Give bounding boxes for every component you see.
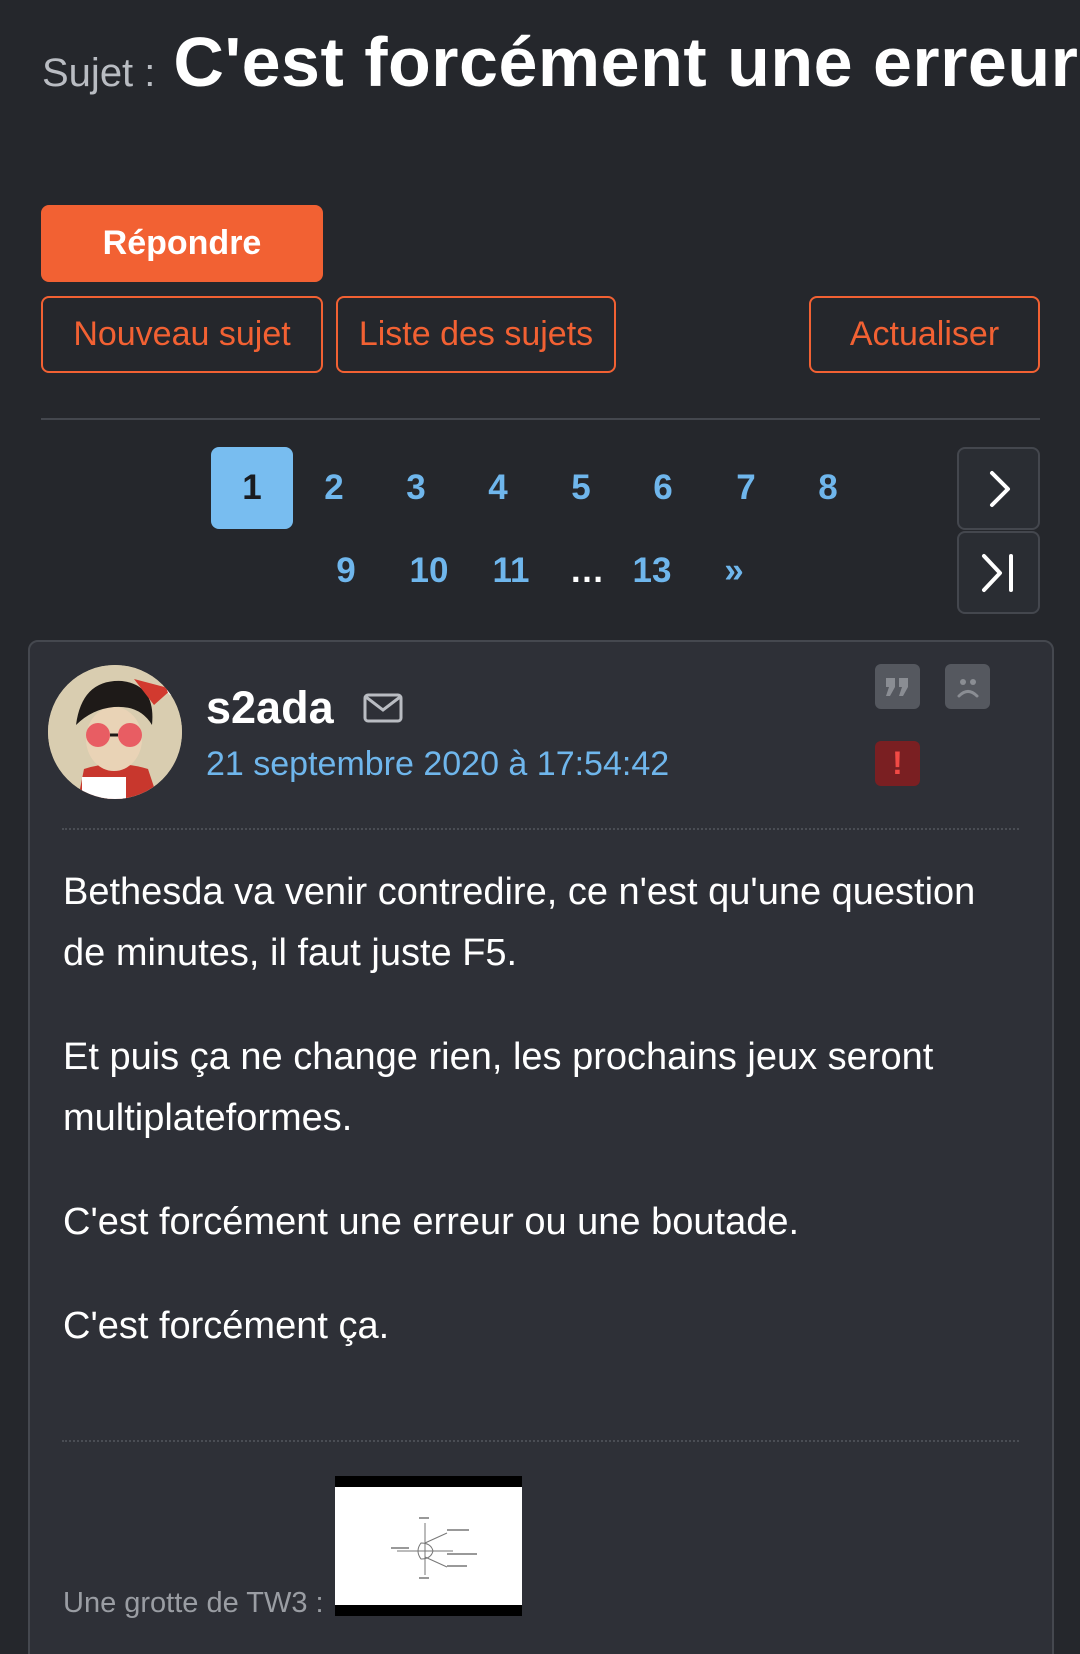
post-paragraph: Bethesda va venir contredire, ce n'est q… [63, 871, 976, 974]
refresh-button[interactable]: Actualiser [809, 296, 1040, 373]
signature-label: Une grotte de TW3 : [63, 1587, 324, 1619]
page-link-2[interactable]: 2 [293, 447, 375, 529]
last-page-icon [981, 553, 1013, 592]
signature-image[interactable] [335, 1476, 522, 1616]
report-icon: ! [892, 745, 903, 781]
quote-icon [885, 677, 908, 696]
cave-map-diagram [391, 1517, 477, 1579]
post-header-separator [62, 828, 1019, 830]
reply-button[interactable]: Répondre [41, 205, 323, 282]
post-paragraph: C'est forcément ça. [63, 1305, 390, 1347]
mail-icon[interactable] [363, 693, 403, 728]
report-button[interactable]: ! [875, 741, 920, 786]
avatar-image [48, 665, 182, 799]
page-link-1[interactable]: 1 [211, 447, 293, 529]
page-link-3[interactable]: 3 [375, 447, 457, 529]
forum-topic-page: Sujet : C'est forcément une erreur Répon… [0, 0, 1080, 1654]
post-paragraph: C'est forcément une erreur ou une boutad… [63, 1201, 800, 1243]
chevron-right-icon [989, 470, 1010, 507]
page-link-8[interactable]: 8 [787, 447, 869, 529]
post-date[interactable]: 21 septembre 2020 à 17:54:42 [206, 745, 669, 784]
topic-header: Sujet : C'est forcément une erreur [42, 22, 1078, 102]
page-link-11[interactable]: 11 [470, 530, 552, 612]
topic-list-button[interactable]: Liste des sujets [336, 296, 616, 373]
page-link-5[interactable]: 5 [540, 447, 622, 529]
post-paragraph: Et puis ça ne change rien, les prochains… [63, 1036, 934, 1139]
page-link-last[interactable]: » [693, 530, 775, 612]
dislike-button[interactable] [945, 664, 990, 709]
page-link-13[interactable]: 13 [611, 530, 693, 612]
page-title: C'est forcément une erreur [173, 23, 1079, 101]
page-link-7[interactable]: 7 [705, 447, 787, 529]
sad-face-icon [957, 678, 978, 697]
post-author[interactable]: s2ada [206, 682, 334, 734]
quote-button[interactable] [875, 664, 920, 709]
divider [41, 418, 1040, 420]
page-link-10[interactable]: 10 [388, 530, 470, 612]
next-page-button[interactable] [957, 447, 1040, 530]
new-topic-button[interactable]: Nouveau sujet [41, 296, 323, 373]
page-link-9[interactable]: 9 [305, 530, 387, 612]
signature-separator [62, 1440, 1019, 1442]
last-page-button[interactable] [957, 531, 1040, 614]
topic-prefix: Sujet : [42, 51, 156, 95]
post-body: Bethesda va venir contredire, ce n'est q… [63, 862, 1013, 1400]
avatar[interactable] [48, 665, 182, 799]
page-link-4[interactable]: 4 [457, 447, 539, 529]
page-link-6[interactable]: 6 [622, 447, 704, 529]
